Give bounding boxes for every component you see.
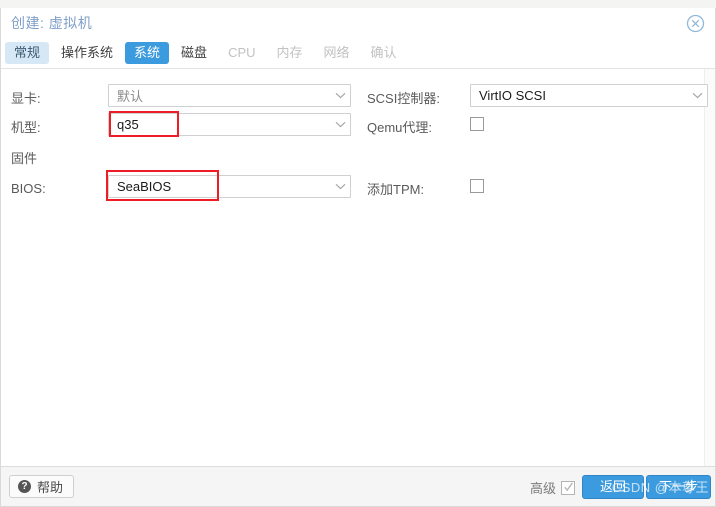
close-circle-icon[interactable]	[686, 14, 705, 33]
graphics-card-value: 默认	[117, 89, 144, 104]
scsi-controller-select[interactable]: VirtIO SCSI	[470, 84, 708, 107]
bios-label: BIOS:	[11, 180, 46, 196]
question-mark-icon: ?	[18, 480, 31, 493]
dialog-titlebar: 创建: 虚拟机	[1, 8, 715, 38]
tab-disks[interactable]: 磁盘	[172, 42, 216, 64]
machine-type-label: 机型:	[11, 119, 41, 135]
machine-type-value: q35	[117, 117, 139, 132]
next-button[interactable]: 下一步	[645, 475, 711, 499]
add-tpm-checkbox[interactable]	[470, 179, 484, 193]
dialog-footer: ? 帮助 高级 返回 下一步 CSDN @本尊王	[1, 466, 715, 506]
scsi-controller-label: SCSI控制器:	[367, 90, 440, 106]
field-row-qemu-agent: Qemu代理:	[359, 114, 707, 138]
add-tpm-label: 添加TPM:	[367, 181, 425, 197]
back-button[interactable]: 返回	[582, 475, 644, 499]
bios-value: SeaBIOS	[117, 179, 172, 194]
qemu-agent-label: Qemu代理:	[367, 119, 433, 135]
machine-type-select[interactable]: q35	[108, 113, 351, 136]
tab-memory: 内存	[276, 45, 303, 60]
dialog-title: 创建: 虚拟机	[11, 15, 93, 31]
help-button-label: 帮助	[37, 480, 64, 495]
graphics-card-select[interactable]: 默认	[108, 84, 351, 107]
help-button[interactable]: ? 帮助	[9, 475, 75, 498]
firmware-section-label: 固件	[11, 151, 38, 166]
tab-confirm: 确认	[370, 45, 397, 60]
tab-network: 网络	[323, 45, 350, 60]
chevron-down-icon	[687, 92, 707, 99]
graphics-card-label: 显卡:	[11, 90, 41, 106]
advanced-toggle[interactable]: 高级	[530, 478, 575, 497]
scsi-controller-value: VirtIO SCSI	[479, 88, 546, 103]
chevron-down-icon	[330, 121, 350, 128]
field-row-add-tpm: 添加TPM:	[359, 176, 707, 200]
tab-system[interactable]: 系统	[125, 42, 170, 64]
qemu-agent-checkbox[interactable]	[470, 117, 484, 131]
tab-os[interactable]: 操作系统	[52, 42, 122, 64]
tab-cpu: CPU	[228, 45, 256, 60]
chevron-down-icon	[330, 92, 350, 99]
advanced-label: 高级	[529, 481, 556, 496]
checkmark-icon	[564, 481, 573, 491]
wizard-tabbar: 常规 操作系统 系统 磁盘 CPU 内存 网络 确认	[1, 38, 715, 69]
create-vm-dialog: 创建: 虚拟机 常规 操作系统 系统 磁盘 CPU 内存 网络 确认 显卡: 默…	[0, 8, 716, 507]
bios-select[interactable]: SeaBIOS	[108, 175, 351, 198]
tab-general[interactable]: 常规	[5, 42, 50, 64]
advanced-checkbox[interactable]	[561, 480, 575, 495]
system-settings-panel: 显卡: 默认 机型: q35 固件 BIOS: SeaBIOS SCSI控制器:…	[1, 69, 715, 466]
chevron-down-icon	[330, 183, 350, 190]
